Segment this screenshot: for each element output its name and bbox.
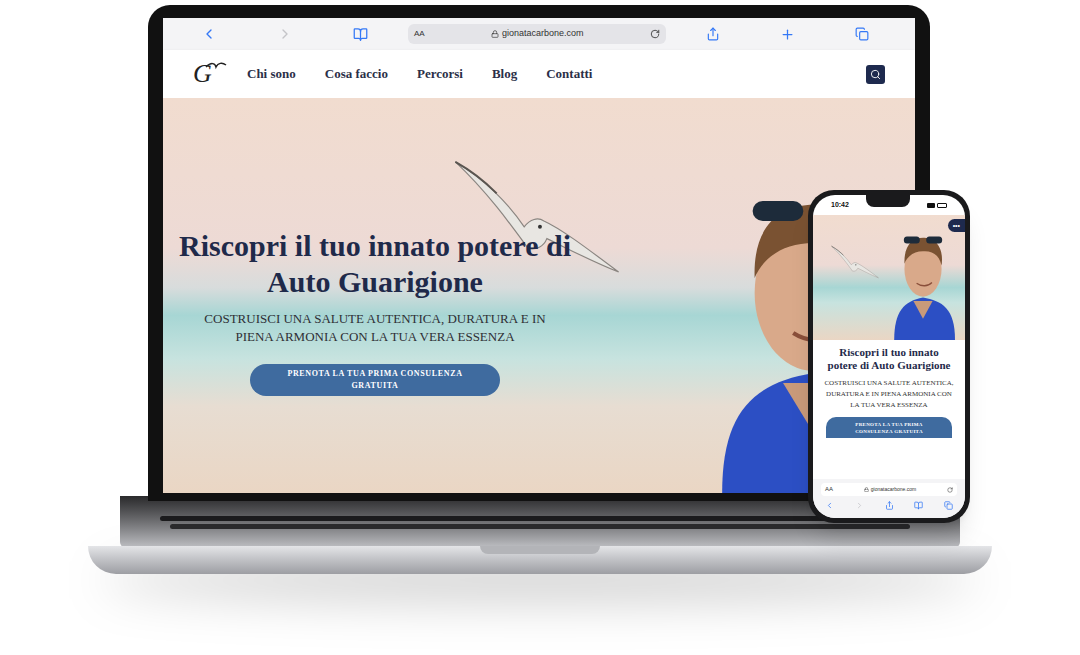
phone-booking-button[interactable]: PRENOTA LA TUA PRIMA CONSULENZA GRATUITA — [826, 417, 952, 438]
phone-safari-bar: AAgionatacarbone.com — [813, 479, 965, 518]
phone-hero-title: Riscopri il tuo innato potere di Auto Gu… — [827, 346, 952, 372]
browser-toolbar: AAgionatacarbone.com — [163, 18, 915, 50]
address-bar[interactable]: AAgionatacarbone.com — [408, 24, 666, 44]
share-icon[interactable] — [706, 27, 720, 41]
phone: 10:42 ••• Riscopri il tuo innato potere di… — [808, 190, 970, 523]
nav-link[interactable]: Percorsi — [417, 64, 463, 84]
phone-address-bar[interactable]: AAgionatacarbone.com — [821, 483, 957, 496]
new-tab-icon[interactable] — [780, 27, 795, 42]
logo-bird-icon — [205, 61, 227, 71]
logo[interactable]: G — [193, 59, 227, 89]
reload-icon[interactable] — [650, 29, 660, 39]
phone-seagull-image — [831, 245, 879, 279]
phone-portrait-photo — [891, 230, 955, 340]
hero-subtitle: COSTRUISCI UNA SALUTE AUTENTICA, DURATUR… — [190, 310, 560, 346]
laptop-lip — [88, 546, 992, 574]
phone-back-icon[interactable] — [825, 501, 834, 510]
nav-link[interactable]: Blog — [492, 64, 517, 84]
hero-title: Riscopri il tuo innato potere di Auto Gu… — [175, 228, 575, 300]
status-bar: 10:42 — [813, 195, 965, 215]
nav-link[interactable]: Contatti — [546, 64, 592, 84]
search-icon — [870, 69, 881, 80]
mockup: AAgionatacarbone.com G Chi sono Cosa faccio… — [0, 0, 1080, 655]
search-button[interactable] — [866, 65, 885, 84]
browser-window: AAgionatacarbone.com G Chi sono Cosa faccio… — [163, 18, 915, 493]
lock-icon — [491, 30, 499, 38]
tabs-icon[interactable] — [855, 27, 869, 41]
back-icon[interactable] — [201, 26, 217, 42]
phone-hero-subtitle: COSTRUISCI UNA SALUTE AUTENTICA, DURATUR… — [823, 378, 955, 411]
phone-share-icon[interactable] — [885, 501, 894, 510]
phone-tabs-icon[interactable] — [944, 501, 953, 510]
phone-hero: ••• — [813, 215, 965, 340]
site-nav: G Chi sono Cosa faccio Percorsi Blog Contatti — [163, 50, 915, 98]
phone-menu-button[interactable]: ••• — [948, 219, 965, 232]
phone-bookmarks-icon[interactable] — [914, 501, 923, 510]
nav-link[interactable]: Chi sono — [247, 64, 296, 84]
phone-screen: 10:42 ••• Riscopri il tuo innato potere di… — [813, 195, 965, 518]
booking-button[interactable]: PRENOTA LA TUA PRIMA CONSULENZA GRATUITA — [250, 364, 500, 396]
hero: Riscopri il tuo innato potere di Auto Gu… — [163, 98, 915, 493]
nav-link[interactable]: Cosa faccio — [325, 64, 388, 84]
forward-icon[interactable] — [277, 26, 293, 42]
phone-reload-icon[interactable] — [947, 487, 953, 493]
phone-forward-icon[interactable] — [855, 501, 864, 510]
phone-lock-icon — [864, 487, 869, 492]
bookmarks-icon[interactable] — [353, 27, 368, 42]
